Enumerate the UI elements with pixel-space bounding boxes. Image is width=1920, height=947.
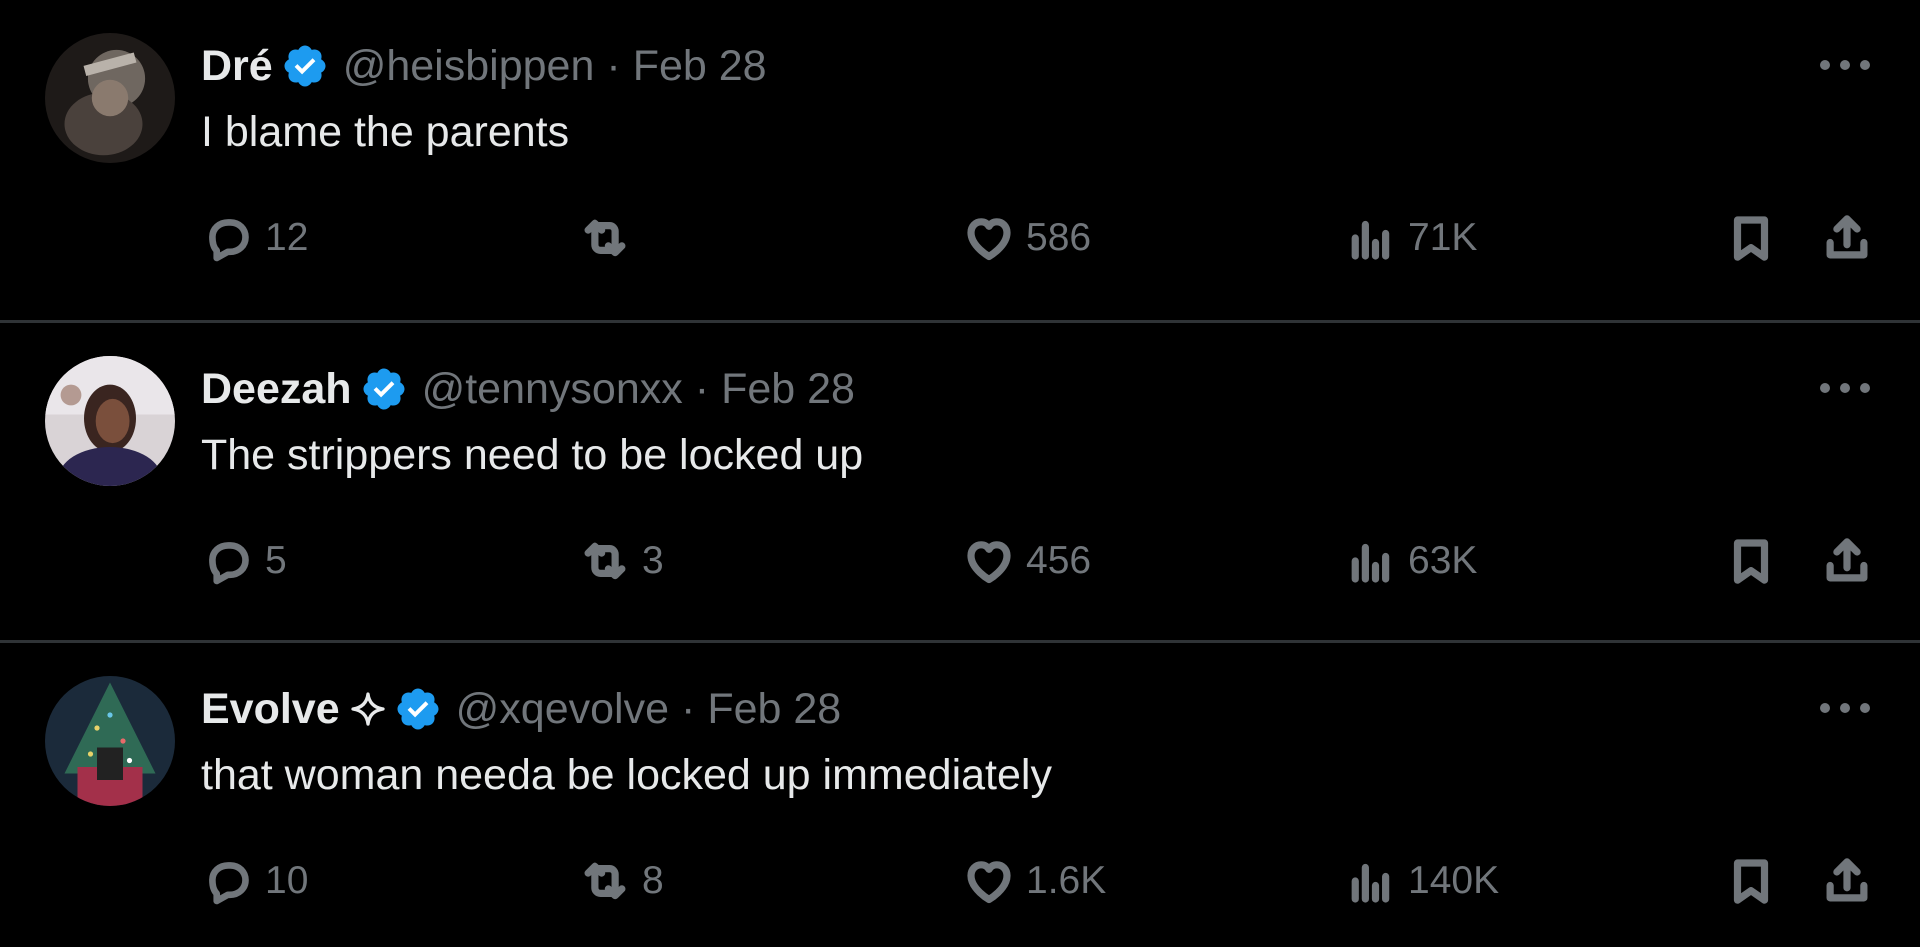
verified-badge-icon — [394, 685, 442, 733]
retweet-icon — [584, 542, 626, 580]
verified-badge-icon — [281, 42, 329, 90]
tweet-header: Dré @heisbippen · Feb 28 — [201, 38, 767, 94]
action-bar: 12 586 71K — [0, 208, 1920, 268]
display-name[interactable]: Dré — [201, 42, 273, 91]
share-icon — [1826, 538, 1868, 582]
tweet-text: I blame the parents — [201, 108, 570, 156]
tweet[interactable]: Deezah @tennysonxx · Feb 28 The stripper… — [0, 320, 1920, 640]
timestamp[interactable]: Feb 28 — [721, 365, 855, 414]
bookmark-button[interactable] — [1724, 851, 1778, 911]
reply-icon — [209, 542, 249, 585]
retweet-count: 8 — [642, 859, 664, 902]
reply-count: 10 — [265, 859, 309, 902]
handle[interactable]: @heisbippen — [343, 42, 595, 91]
timestamp[interactable]: Feb 28 — [633, 42, 767, 91]
retweet-button[interactable]: 3 — [578, 531, 664, 591]
views-button[interactable]: 63K — [1344, 531, 1477, 591]
share-button[interactable] — [1820, 851, 1874, 911]
separator: · — [694, 364, 710, 413]
separator: · — [606, 41, 621, 90]
reply-button[interactable]: 12 — [201, 208, 308, 268]
tweet-header: Evolve @xqevolve · Feb 28 — [201, 681, 841, 737]
avatar-image — [45, 356, 175, 486]
tweet[interactable]: Dré @heisbippen · Feb 28 I blame the par… — [0, 0, 1920, 320]
avatar[interactable] — [45, 676, 175, 806]
like-count: 1.6K — [1026, 859, 1107, 902]
handle[interactable]: @xqevolve — [456, 685, 669, 734]
avatar[interactable] — [45, 356, 175, 486]
display-name[interactable]: Deezah — [201, 365, 352, 414]
bookmark-icon — [1733, 859, 1769, 904]
like-button[interactable]: 1.6K — [962, 851, 1106, 911]
bookmark-button[interactable] — [1724, 208, 1778, 268]
view-count: 71K — [1408, 216, 1478, 259]
retweet-icon — [584, 219, 626, 257]
sparkle-icon — [350, 691, 386, 727]
avatar-image — [45, 33, 175, 163]
more-icon[interactable] — [1820, 373, 1870, 403]
views-button[interactable]: 140K — [1344, 851, 1499, 911]
views-icon — [1351, 863, 1390, 903]
reply-icon — [209, 862, 249, 905]
reply-count: 5 — [265, 539, 287, 582]
handle[interactable]: @tennysonxx — [422, 365, 683, 414]
heart-icon — [967, 541, 1011, 584]
reply-button[interactable]: 10 — [201, 851, 308, 911]
tweet-header: Deezah @tennysonxx · Feb 28 — [201, 361, 855, 417]
reply-button[interactable]: 5 — [201, 531, 287, 591]
share-button[interactable] — [1820, 531, 1874, 591]
more-icon[interactable] — [1820, 50, 1870, 80]
like-button[interactable]: 456 — [962, 531, 1091, 591]
action-bar: 5 3 456 63K — [0, 531, 1920, 591]
retweet-button[interactable]: 8 — [578, 851, 664, 911]
more-icon[interactable] — [1820, 693, 1870, 723]
bookmark-button[interactable] — [1724, 531, 1778, 591]
reply-feed: Dré @heisbippen · Feb 28 I blame the par… — [0, 0, 1920, 947]
view-count: 140K — [1408, 859, 1500, 902]
retweet-button[interactable] — [578, 208, 642, 268]
like-count: 586 — [1026, 216, 1092, 259]
like-count: 456 — [1026, 539, 1092, 582]
avatar-image — [45, 676, 175, 806]
reply-count: 12 — [265, 216, 309, 259]
timestamp[interactable]: Feb 28 — [707, 685, 841, 734]
retweet-count: 3 — [642, 539, 664, 582]
like-button[interactable]: 586 — [962, 208, 1091, 268]
separator: · — [681, 684, 696, 733]
bookmark-icon — [1733, 216, 1769, 261]
views-button[interactable]: 71K — [1344, 208, 1477, 268]
bookmark-icon — [1733, 539, 1769, 584]
avatar[interactable] — [45, 33, 175, 163]
verified-badge-icon — [360, 365, 408, 413]
reply-icon — [209, 219, 249, 262]
tweet-text: The strippers need to be locked up — [201, 431, 864, 479]
share-icon — [1826, 215, 1868, 259]
heart-icon — [967, 861, 1011, 904]
share-icon — [1826, 858, 1868, 902]
views-icon — [1351, 543, 1390, 583]
heart-icon — [967, 218, 1011, 261]
views-icon — [1351, 220, 1390, 260]
share-button[interactable] — [1820, 208, 1874, 268]
tweet[interactable]: Evolve @xqevolve · Feb 28 that woman nee… — [0, 640, 1920, 944]
retweet-icon — [584, 862, 626, 900]
tweet-text: that woman needa be locked up immediatel… — [201, 751, 1052, 799]
view-count: 63K — [1408, 539, 1478, 582]
action-bar: 10 8 1.6K 140K — [0, 851, 1920, 911]
display-name[interactable]: Evolve — [201, 685, 340, 734]
